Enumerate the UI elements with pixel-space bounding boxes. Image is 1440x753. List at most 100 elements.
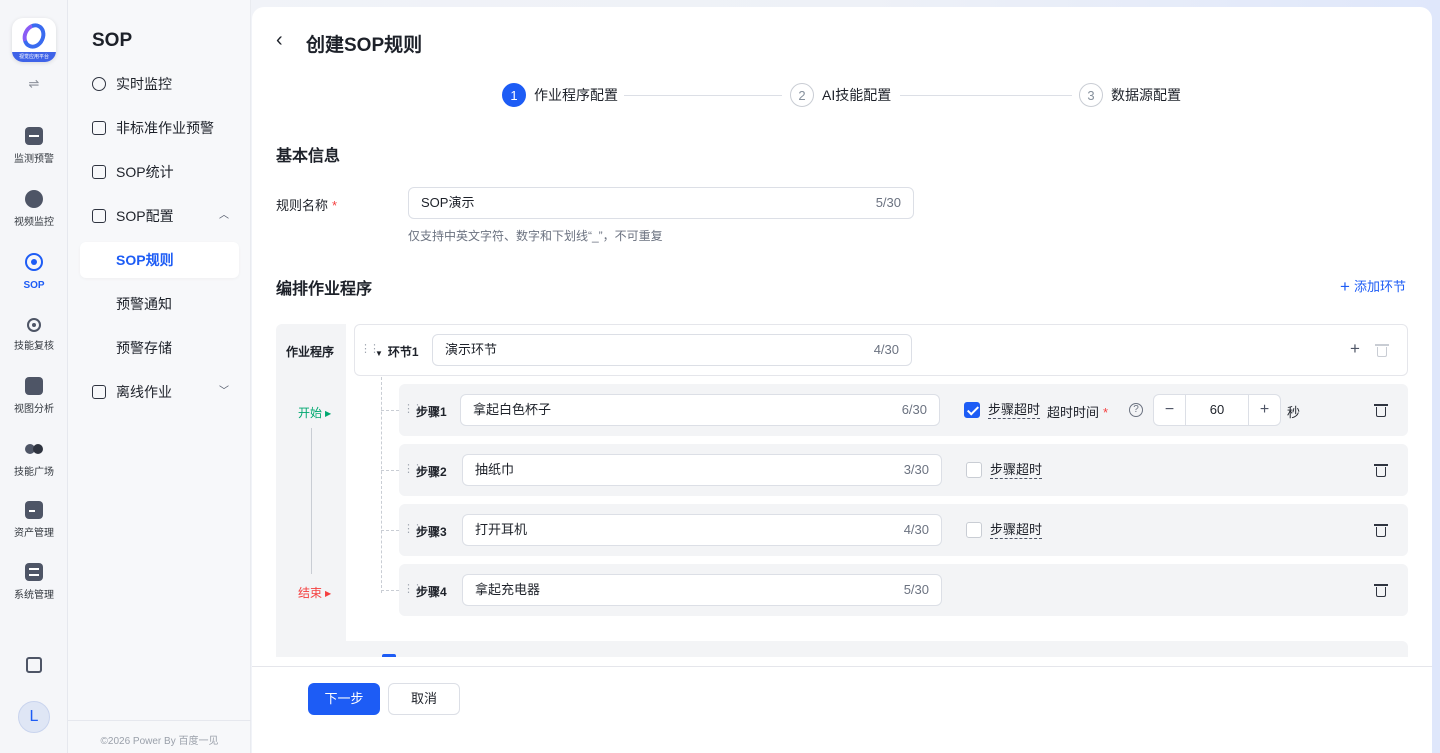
schedule-icon[interactable]	[26, 657, 42, 673]
segment-label-text: 环节1	[387, 345, 419, 359]
stats-icon	[92, 165, 106, 179]
rule-name-label: 规则名称 *	[276, 195, 337, 214]
step-timeout-checkbox[interactable]	[964, 402, 980, 418]
sop-icon	[25, 253, 43, 271]
delete-segment-icon[interactable]	[1375, 344, 1389, 357]
app-logo[interactable]: 视觉应用平台	[12, 18, 56, 62]
add-segment-button[interactable]: + 添加环节	[1340, 276, 1406, 297]
wizard-step-connector	[624, 95, 782, 96]
sidebar-item-sop-stats[interactable]: SOP统计	[80, 154, 239, 190]
step-row-1: ⋮⋮ 步骤1 拿起白色杯子 6/30 步骤超时 超时时间 * ? − 60 + 秒	[399, 384, 1408, 436]
sidebar-item-alert-storage[interactable]: 预警存储	[80, 330, 239, 366]
step-timeout-checkbox[interactable]	[966, 522, 982, 538]
add-step-icon[interactable]: +	[1350, 339, 1360, 359]
sidebar-item-label: SOP规则	[116, 252, 174, 268]
wizard-step-number: 1	[502, 83, 526, 107]
next-segment-peek	[276, 641, 1408, 657]
rail-item-label: 技能复核	[14, 341, 54, 352]
delete-step-icon[interactable]	[1374, 524, 1388, 537]
help-icon[interactable]: ?	[1129, 403, 1143, 417]
timeout-stepper[interactable]: − 60 +	[1153, 394, 1281, 426]
step-name-input[interactable]: 拿起白色杯子 6/30	[460, 394, 940, 426]
offline-job-icon	[92, 385, 106, 399]
char-counter: 6/30	[901, 402, 927, 417]
wizard-step-number: 3	[1079, 83, 1103, 107]
flow-start-text: 开始	[298, 406, 323, 420]
delete-step-icon[interactable]	[1374, 464, 1388, 477]
flow-start-label: 开始 ▶	[298, 404, 331, 421]
sidebar-item-sop-config[interactable]: SOP配置 ︿	[80, 198, 239, 234]
rail-item-sop[interactable]: SOP	[0, 253, 68, 291]
timeout-unit: 秒	[1287, 405, 1301, 420]
sidebar-footer: ©2026 Power By 百度一见	[68, 720, 251, 747]
sidebar-item-alert-notify[interactable]: 预警通知	[80, 286, 239, 322]
step-timeout-checkbox[interactable]	[966, 462, 982, 478]
char-counter: 5/30	[903, 582, 929, 597]
camera-icon	[25, 190, 43, 208]
skill-square-icon	[25, 440, 43, 458]
system-icon	[25, 563, 43, 581]
sidebar-item-offline-job[interactable]: 离线作业 ﹀	[80, 374, 239, 410]
rail-item-assets[interactable]: 资产管理	[0, 501, 68, 539]
rule-name-input[interactable]: SOP演示 5/30	[408, 187, 914, 219]
rail-item-label: 监测预警	[14, 154, 54, 165]
sidebar-item-sop-rules[interactable]: SOP规则	[80, 242, 239, 278]
avatar[interactable]: L	[18, 701, 50, 733]
step-row-2: ⋮⋮ 步骤2 抽纸巾 3/30 步骤超时	[399, 444, 1408, 496]
segment-name-input[interactable]: 演示环节 4/30	[432, 334, 912, 366]
sidebar-item-realtime-monitor[interactable]: 实时监控	[80, 66, 239, 102]
char-counter: 5/30	[875, 195, 901, 210]
rail-item-monitor-alert[interactable]: 监测预警	[0, 127, 68, 165]
sidebar: SOP 实时监控 非标准作业预警 SOP统计 SOP配置 ︿ SOP规则 预警通…	[68, 0, 251, 753]
wizard-step-1[interactable]: 1 作业程序配置	[502, 83, 618, 107]
add-segment-label: 添加环节	[1353, 279, 1406, 294]
rail-item-label: SOP	[23, 280, 45, 291]
plus-icon: +	[1340, 277, 1350, 296]
wizard-step-3[interactable]: 3 数据源配置	[1079, 83, 1181, 107]
wizard-step-number: 2	[790, 83, 814, 107]
wizard-step-label: AI技能配置	[822, 87, 892, 103]
step-tree-branch	[381, 530, 399, 531]
step-row-4: ⋮⋮ 步骤4 拿起充电器 5/30	[399, 564, 1408, 616]
step-name-input[interactable]: 抽纸巾 3/30	[462, 454, 942, 486]
increment-button[interactable]: +	[1248, 395, 1280, 425]
step-name-input[interactable]: 打开耳机 4/30	[462, 514, 942, 546]
step-timeout-label: 步骤超时	[990, 522, 1043, 539]
rail-item-skill-review[interactable]: 技能复核	[0, 316, 68, 352]
segment-name-value: 演示环节	[445, 342, 498, 357]
logo-ring-icon	[18, 19, 50, 53]
step-name-value: 打开耳机	[475, 522, 528, 537]
cancel-button[interactable]: 取消	[388, 683, 460, 715]
char-counter: 3/30	[903, 462, 929, 477]
chevron-down-icon: ﹀	[219, 386, 229, 397]
delete-step-icon[interactable]	[1374, 584, 1388, 597]
timeout-value[interactable]: 60	[1186, 395, 1248, 425]
timeout-time-label: 超时时间 *	[1047, 402, 1108, 421]
rail-item-skill-square[interactable]: 技能广场	[0, 440, 68, 478]
rail-item-label: 资产管理	[14, 528, 54, 539]
main-card: ‹ 创建SOP规则 1 作业程序配置 2 AI技能配置 3 数据源配置 基本信息 规则…	[252, 7, 1432, 753]
delete-step-icon[interactable]	[1374, 404, 1388, 417]
wizard-step-2[interactable]: 2 AI技能配置	[790, 83, 891, 107]
back-icon[interactable]: ‹	[276, 29, 283, 52]
image-analysis-icon	[25, 377, 43, 395]
sidebar-item-label: 预警存储	[116, 340, 172, 356]
sidebar-item-nonstandard-alert[interactable]: 非标准作业预警	[80, 110, 239, 146]
step-name-input[interactable]: 拿起充电器 5/30	[462, 574, 942, 606]
timeout-time-label-text: 超时时间	[1047, 405, 1100, 420]
router-icon	[92, 209, 106, 223]
next-button[interactable]: 下一步	[308, 683, 380, 715]
required-mark: *	[1103, 405, 1109, 420]
flow-end-text: 结束	[298, 586, 323, 600]
caret-right-icon: ▶	[325, 589, 332, 598]
decrement-button[interactable]: −	[1154, 395, 1186, 425]
flow-line	[311, 428, 312, 574]
segment-label[interactable]: ▼ 环节1	[375, 343, 419, 360]
rail-item-video-monitor[interactable]: 视频监控	[0, 190, 68, 228]
rail-item-system[interactable]: 系统管理	[0, 563, 68, 601]
target-icon	[27, 318, 41, 332]
rail-item-view-analysis[interactable]: 视图分析	[0, 377, 68, 415]
required-mark: *	[332, 198, 338, 213]
rail-collapse-icon[interactable]: ⇌	[0, 76, 68, 92]
char-counter: 4/30	[873, 342, 899, 357]
